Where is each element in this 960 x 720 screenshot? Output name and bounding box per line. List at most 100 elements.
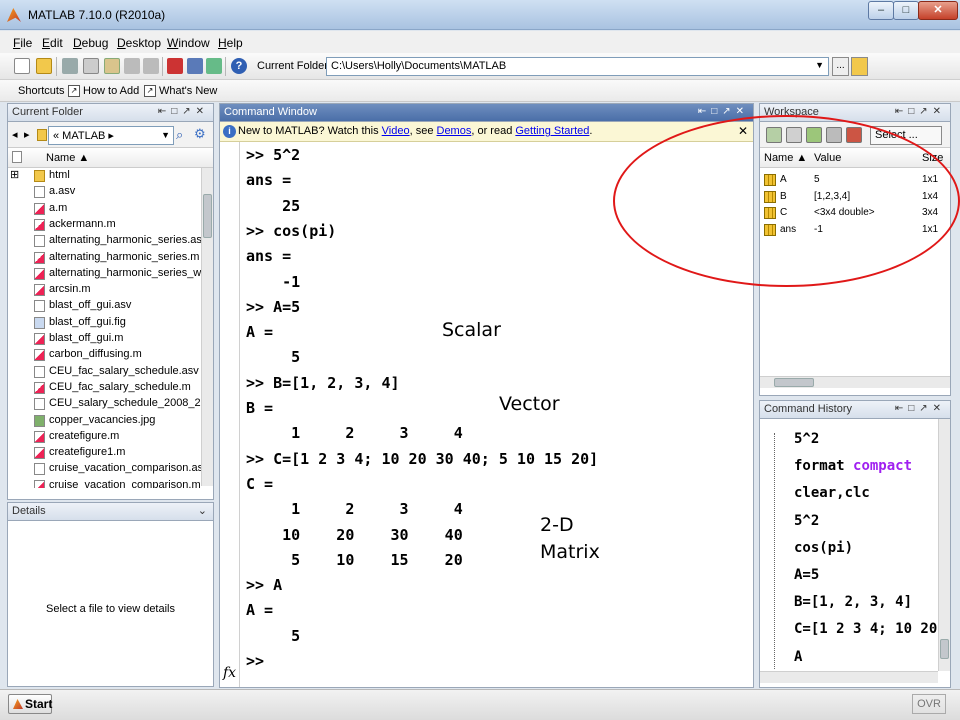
file-row[interactable]: carbon_diffusing.m <box>8 347 204 363</box>
current-folder-path: C:\Users\Holly\Documents\MATLAB <box>331 60 507 72</box>
menu-file[interactable]: File <box>13 36 32 50</box>
panel-controls[interactable]: ⇤□↗✕ <box>895 106 946 117</box>
file-row[interactable]: alternating_harmonic_series_with... <box>8 266 204 282</box>
file-row[interactable]: ⊞ html <box>8 168 204 184</box>
m-file-icon <box>34 349 45 362</box>
chevron-down-icon[interactable]: ▼ <box>815 60 824 70</box>
shortcut-whats-new[interactable]: What's New <box>159 85 217 97</box>
cut-icon[interactable] <box>62 58 78 74</box>
file-row[interactable]: CEU_salary_schedule_2008_2009.xls <box>8 396 204 412</box>
file-row[interactable]: a.m <box>8 201 204 217</box>
browse-folder-button[interactable]: ... <box>832 57 849 76</box>
open-folder-icon[interactable] <box>36 58 52 74</box>
video-link[interactable]: Video <box>382 125 410 137</box>
search-icon[interactable]: ⌕ <box>176 127 183 143</box>
chevron-down-icon[interactable]: ⌄ <box>198 504 207 517</box>
paste-icon[interactable] <box>104 58 120 74</box>
command-line: 5 <box>246 348 301 367</box>
demos-link[interactable]: Demos <box>437 125 472 137</box>
file-row[interactable]: createfigure1.m <box>8 445 204 461</box>
name-column-header[interactable]: Name ▲ <box>46 152 89 164</box>
command-line: >> 5^2 <box>246 146 301 164</box>
menu-debug[interactable]: Debug <box>73 36 108 50</box>
file-row[interactable]: cruise_vacation_comparison.m <box>8 478 204 488</box>
guide-icon[interactable] <box>187 58 203 74</box>
file-row[interactable]: a.asv <box>8 184 204 200</box>
file-row[interactable]: ackermann.m <box>8 217 204 233</box>
file-row[interactable]: alternating_harmonic_series.m <box>8 250 204 266</box>
history-scrollbar[interactable] <box>938 419 950 671</box>
command-window-title: Command Window ⇤□↗✕ <box>220 104 753 122</box>
panel-controls[interactable]: ⇤□↗✕ <box>698 106 749 117</box>
history-line[interactable]: format compact <box>794 458 912 485</box>
panel-controls[interactable]: ⇤□↗✕ <box>895 403 946 414</box>
undo-icon[interactable] <box>124 58 140 74</box>
toolbar-separator <box>162 57 163 76</box>
history-line[interactable]: 5^2 <box>794 431 819 458</box>
command-line: A = <box>246 323 274 342</box>
file-list-scrollbar[interactable] <box>201 168 213 486</box>
file-list: ⊞ html a.asv a.m ackermann.m alternating_harm… <box>8 168 204 488</box>
chevron-down-icon[interactable]: ▼ <box>161 130 170 140</box>
history-line[interactable]: C=[1 2 3 4; 10 20 <box>794 621 937 648</box>
info-icon: i <box>223 125 236 138</box>
new-file-icon[interactable] <box>14 58 30 74</box>
menu-help[interactable]: Help <box>218 36 243 50</box>
folder-combo[interactable]: « MATLAB ▸ ▼ <box>48 126 174 145</box>
file-row[interactable]: blast_off_gui.asv <box>8 298 204 314</box>
scrollbar-thumb[interactable] <box>940 639 949 659</box>
help-icon[interactable]: ? <box>231 58 247 74</box>
fx-icon[interactable]: fx <box>223 665 236 681</box>
file-row[interactable]: blast_off_gui.fig <box>8 315 204 331</box>
file-row[interactable]: alternating_harmonic_series.asv <box>8 233 204 249</box>
redo-icon[interactable] <box>143 58 159 74</box>
history-line[interactable]: clear,clc <box>794 485 870 512</box>
profiler-icon[interactable] <box>206 58 222 74</box>
close-button[interactable]: ✕ <box>918 1 958 20</box>
command-line: >> C=[1 2 3 4; 10 20 30 40; 5 10 15 20] <box>246 449 599 468</box>
workspace-scrollbar[interactable] <box>760 376 950 388</box>
gear-icon[interactable]: ⚙ <box>194 126 206 142</box>
file-list-header[interactable]: Name ▲ <box>8 148 213 168</box>
start-button[interactable]: Start <box>8 694 52 714</box>
file-name: carbon_diffusing.m <box>49 348 142 361</box>
copy-icon[interactable] <box>83 58 99 74</box>
m-file-icon <box>34 381 45 394</box>
file-row[interactable]: CEU_fac_salary_schedule.m <box>8 380 204 396</box>
file-row[interactable]: CEU_fac_salary_schedule.asv <box>8 364 204 380</box>
asv-file-icon <box>34 235 45 248</box>
history-line[interactable]: A=5 <box>794 567 819 594</box>
m-file-icon <box>34 202 45 215</box>
shortcut-how-to-add[interactable]: How to Add <box>83 85 139 97</box>
history-line[interactable]: B=[1, 2, 3, 4] <box>794 594 912 621</box>
menu-edit[interactable]: Edit <box>42 36 63 50</box>
shortcuts-label[interactable]: Shortcuts <box>18 85 64 97</box>
file-row[interactable]: createfigure.m <box>8 429 204 445</box>
file-name: a.asv <box>49 185 76 198</box>
history-line[interactable]: cos(pi) <box>794 540 853 567</box>
parent-folder-icon[interactable] <box>851 57 868 76</box>
expand-icon[interactable]: ⊞ <box>10 168 19 181</box>
simulink-icon[interactable] <box>167 58 183 74</box>
panel-controls[interactable]: ⇤□↗✕ <box>158 106 209 117</box>
history-hscrollbar[interactable] <box>760 671 938 683</box>
back-arrow-icon[interactable]: ◂ <box>12 128 18 141</box>
history-line[interactable]: A <box>794 649 802 669</box>
getting-started-link[interactable]: Getting Started <box>515 125 589 137</box>
scrollbar-thumb[interactable] <box>203 194 212 238</box>
minimize-button[interactable]: – <box>868 1 894 20</box>
file-row[interactable]: blast_off_gui.m <box>8 331 204 347</box>
file-row[interactable]: arcsin.m <box>8 282 204 298</box>
history-line[interactable]: 5^2 <box>794 513 819 540</box>
menu-desktop[interactable]: Desktop <box>117 36 161 50</box>
menu-window[interactable]: Window <box>167 36 210 50</box>
scrollbar-thumb[interactable] <box>774 378 814 387</box>
forward-arrow-icon[interactable]: ▸ <box>24 128 30 141</box>
current-folder-input[interactable]: C:\Users\Holly\Documents\MATLAB ▼ <box>326 57 829 76</box>
history-list[interactable]: 5^2 format compact clear,clc 5^2 cos(pi) A=5 B… <box>764 419 942 669</box>
maximize-button[interactable]: □ <box>893 1 919 20</box>
file-name: html <box>49 169 70 181</box>
file-row[interactable]: copper_vacancies.jpg <box>8 413 204 429</box>
folder-file-icon <box>34 170 45 182</box>
file-row[interactable]: cruise_vacation_comparison.asv <box>8 461 204 477</box>
